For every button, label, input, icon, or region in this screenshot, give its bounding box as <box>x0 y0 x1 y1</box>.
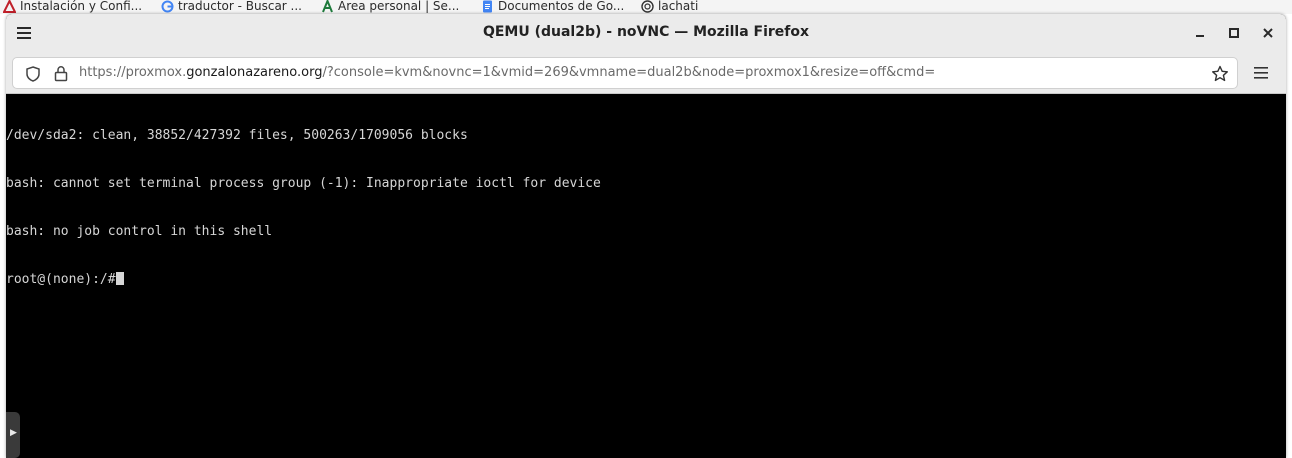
terminal-line: bash: cannot set terminal process group … <box>6 176 601 191</box>
bookmark-label: Documentos de Go... <box>498 0 625 13</box>
bookmark-instalacion[interactable]: Instalación y Confi... <box>3 0 142 14</box>
google-docs-icon <box>483 0 492 12</box>
terminal-line: bash: no job control in this shell <box>6 224 273 239</box>
bookmark-label: lachati <box>658 0 699 13</box>
bookmark-label: traductor - Buscar ... <box>178 0 302 13</box>
maximize-icon[interactable] <box>1226 25 1242 41</box>
openai-icon <box>641 0 654 13</box>
tracking-protection-shield-icon[interactable] <box>25 66 41 82</box>
lock-icon[interactable] <box>53 65 69 82</box>
bookmark-documentos[interactable]: Documentos de Go... <box>481 0 624 14</box>
terminal-cursor <box>115 272 124 285</box>
bookmark-label: Área personal | Se... <box>338 0 460 13</box>
red-triangle-icon <box>3 0 16 13</box>
novnc-control-bar-handle[interactable]: ▶ <box>6 412 20 458</box>
bookmark-area-personal[interactable]: Área personal | Se... <box>321 0 459 14</box>
url-domain: gonzalonazareno.org <box>186 65 323 80</box>
green-a-icon <box>322 0 333 12</box>
terminal-prompt-line: root@(none):/# <box>6 272 601 288</box>
terminal-output: /dev/sda2: clean, 38852/427392 files, 50… <box>6 96 601 320</box>
bookmark-traductor[interactable]: traductor - Buscar ... <box>161 0 302 14</box>
navigation-toolbar: https://proxmox.gonzalonazareno.org/?con… <box>6 52 1286 94</box>
expand-arrow-icon: ▶ <box>10 428 17 438</box>
close-icon[interactable] <box>1260 25 1276 41</box>
background-bookmarks-bar: Instalación y Confi... traductor - Busca… <box>0 0 1292 14</box>
bookmark-lachati[interactable]: lachati <box>641 0 698 14</box>
bookmark-label: Instalación y Confi... <box>20 0 143 13</box>
address-bar[interactable]: https://proxmox.gonzalonazareno.org/?con… <box>12 57 1238 89</box>
bookmark-star-icon[interactable] <box>1211 65 1229 83</box>
google-icon <box>161 0 174 12</box>
window-title: QEMU (dual2b) - noVNC — Mozilla Firefox <box>482 24 810 40</box>
app-menu-icon[interactable] <box>1252 65 1270 81</box>
novnc-console[interactable]: /dev/sda2: clean, 38852/427392 files, 50… <box>6 94 1286 458</box>
url-prefix: https://proxmox. <box>79 65 187 80</box>
firefox-popup-window: QEMU (dual2b) - noVNC — Mozilla Firefox … <box>6 14 1286 458</box>
terminal-prompt: root@(none):/# <box>6 272 116 287</box>
window-titlebar: QEMU (dual2b) - noVNC — Mozilla Firefox <box>6 14 1286 52</box>
minimize-icon[interactable] <box>1192 25 1208 41</box>
url-suffix: /?console=kvm&novnc=1&vmid=269&vmname=du… <box>322 65 936 80</box>
background-window-right-edge <box>1286 14 1292 458</box>
terminal-line: /dev/sda2: clean, 38852/427392 files, 50… <box>6 128 468 143</box>
url-text[interactable]: https://proxmox.gonzalonazareno.org/?con… <box>79 65 1199 80</box>
